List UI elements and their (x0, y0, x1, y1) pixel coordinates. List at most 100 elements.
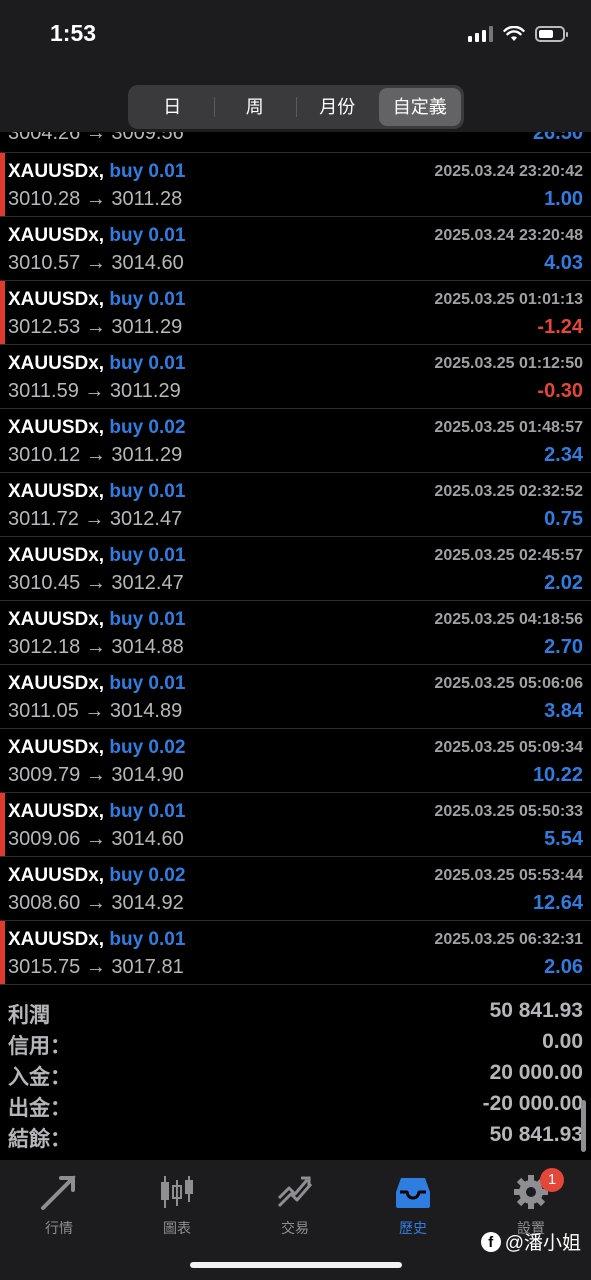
trade-action: buy 0.01 (109, 289, 186, 310)
account-summary: 利潤 50 841.93 信用： 0.00 入金： 20 000.00 出金： … (0, 996, 591, 1156)
trade-prices: 3004.26 → 3009.56 (8, 132, 184, 144)
trade-prices: 3012.18 → 3014.88 (8, 636, 184, 658)
tab-chart[interactable]: 圖表 (118, 1170, 236, 1238)
trade-row[interactable]: XAUUSDx, buy 0.01 2025.03.25 01:01:13 30… (0, 281, 591, 345)
trade-row[interactable]: XAUUSDx, buy 0.01 2025.03.25 02:32:52 30… (0, 473, 591, 537)
trade-symbol: XAUUSDx, buy 0.01 (8, 353, 185, 375)
trade-prices: 3010.28 → 3011.28 (8, 188, 183, 210)
trade-row[interactable]: XAUUSDx, buy 0.01 2025.03.25 04:18:56 30… (0, 601, 591, 665)
symbol-text: XAUUSDx, (8, 225, 105, 246)
summary-label: 結餘： (8, 1128, 71, 1151)
trade-row[interactable]: XAUUSDx, buy 0.02 2025.03.25 01:48:57 30… (0, 409, 591, 473)
history-icon (396, 1178, 430, 1208)
trade-symbol: XAUUSDx, buy 0.01 (8, 161, 185, 183)
chart-icon (161, 1176, 193, 1208)
trade-prices: 3011.59 → 3011.29 (8, 380, 181, 402)
symbol-text: XAUUSDx, (8, 673, 105, 694)
symbol-text: XAUUSDx, (8, 865, 105, 886)
trade-row[interactable]: XAUUSDx, buy 0.01 2025.03.24 23:20:42 30… (0, 153, 591, 217)
trade-profit: 10.22 (532, 764, 583, 786)
trade-date: 2025.03.25 02:45:57 (434, 547, 583, 564)
tab-month[interactable]: 月份 (296, 88, 379, 126)
trade-row[interactable]: XAUUSDx, buy 0.01 2025.03.25 05:50:33 30… (0, 793, 591, 857)
tab-history[interactable]: 歷史 (354, 1170, 472, 1238)
trade-date: 2025.03.25 01:12:50 (434, 355, 583, 372)
trade-symbol: XAUUSDx, buy 0.01 (8, 545, 185, 567)
trade-symbol: XAUUSDx, buy 0.01 (8, 225, 185, 247)
trade-profit: 5.54 (544, 828, 583, 850)
trade-prices: 3010.45 → 3012.47 (8, 572, 184, 594)
status-time: 1:53 (50, 20, 97, 46)
header: 日 周 月份 自定義 (0, 80, 591, 132)
tab-trade[interactable]: 交易 (236, 1170, 354, 1238)
trade-action: buy 0.01 (109, 545, 186, 566)
tab-label: 歷史 (399, 1220, 427, 1236)
battery-icon (535, 26, 568, 42)
summary-deposit: 入金： 20 000.00 (0, 1058, 591, 1089)
tab-custom[interactable]: 自定義 (378, 88, 461, 126)
trade-row[interactable]: XAUUSDx, buy 0.01 2025.03.24 23:20:48 30… (0, 217, 591, 281)
trade-row[interactable]: XAUUSDx, buy 0.02 2025.03.25 05:09:34 30… (0, 729, 591, 793)
trade-row[interactable]: XAUUSDx, buy 0.01 2025.03.25 01:12:50 30… (0, 345, 591, 409)
watermark: f @潘小姐 (480, 1228, 581, 1255)
home-indicator[interactable] (190, 1262, 402, 1268)
trade-symbol: XAUUSDx, buy 0.01 (8, 673, 185, 695)
trade-profit: 2.70 (544, 636, 583, 658)
summary-value: -20 000.00 (482, 1092, 583, 1115)
trade-prices: 3011.05 → 3014.89 (8, 700, 183, 722)
trade-row[interactable]: 3004.26 → 3009.56 26.50 (0, 132, 591, 153)
status-bar: 1:53 (0, 0, 591, 80)
trade-profit: 4.03 (544, 252, 583, 274)
trade-prices: 3010.12 → 3011.29 (8, 444, 183, 466)
trade-action: buy 0.01 (109, 353, 186, 374)
trade-action: buy 0.02 (109, 865, 186, 886)
tab-label: 圖表 (163, 1220, 191, 1236)
summary-value: 50 841.93 (489, 1123, 583, 1146)
trade-profit: -1.24 (537, 316, 583, 338)
symbol-text: XAUUSDx, (8, 161, 105, 182)
summary-balance: 結餘： 50 841.93 (0, 1120, 591, 1151)
trade-icon (277, 1176, 313, 1208)
trade-profit: 3.84 (544, 700, 583, 722)
symbol-text: XAUUSDx, (8, 609, 105, 630)
trade-date: 2025.03.25 05:09:34 (434, 739, 583, 756)
trade-profit: 2.34 (544, 444, 583, 466)
trade-row[interactable]: XAUUSDx, buy 0.02 2025.03.25 05:53:44 30… (0, 857, 591, 921)
trade-prices: 3015.75 → 3017.81 (8, 956, 184, 978)
trade-date: 2025.03.24 23:20:48 (434, 227, 583, 244)
trade-row[interactable]: XAUUSDx, buy 0.01 2025.03.25 02:45:57 30… (0, 537, 591, 601)
summary-profit: 利潤 50 841.93 (0, 996, 591, 1027)
trade-date: 2025.03.25 01:48:57 (434, 419, 583, 436)
trade-profit: 2.06 (544, 956, 583, 978)
trade-history-list[interactable]: 3004.26 → 3009.56 26.50 XAUUSDx, buy 0.0… (0, 132, 591, 990)
trade-action: buy 0.01 (109, 481, 186, 502)
trade-prices: 3009.79 → 3014.90 (8, 764, 184, 786)
summary-value: 50 841.93 (489, 999, 583, 1022)
tab-week[interactable]: 周 (213, 88, 297, 126)
trade-symbol: XAUUSDx, buy 0.01 (8, 481, 185, 503)
trade-prices: 3009.06 → 3014.60 (8, 828, 184, 850)
trade-profit: 2.02 (544, 572, 583, 594)
trade-action: buy 0.02 (109, 737, 186, 758)
tab-quotes[interactable]: 行情 (0, 1170, 118, 1238)
trade-row[interactable]: XAUUSDx, buy 0.01 2025.03.25 05:06:06 30… (0, 665, 591, 729)
trade-action: buy 0.01 (109, 609, 186, 630)
tab-label: 交易 (281, 1220, 309, 1236)
trade-symbol: XAUUSDx, buy 0.01 (8, 289, 185, 311)
trade-date: 2025.03.25 05:53:44 (434, 867, 583, 884)
summary-withdrawal: 出金： -20 000.00 (0, 1089, 591, 1120)
trade-action: buy 0.02 (109, 417, 186, 438)
summary-value: 0.00 (542, 1030, 583, 1053)
trade-symbol: XAUUSDx, buy 0.01 (8, 929, 185, 951)
notification-badge: 1 (540, 1168, 564, 1192)
symbol-text: XAUUSDx, (8, 289, 105, 310)
trade-date: 2025.03.25 04:18:56 (434, 611, 583, 628)
trade-row[interactable]: XAUUSDx, buy 0.01 2025.03.25 06:32:31 30… (0, 921, 591, 985)
trade-symbol: XAUUSDx, buy 0.02 (8, 417, 185, 439)
trade-prices: 3012.53 → 3011.29 (8, 316, 183, 338)
trade-symbol: XAUUSDx, buy 0.01 (8, 801, 185, 823)
summary-value: 20 000.00 (489, 1061, 583, 1084)
tab-day[interactable]: 日 (131, 88, 214, 126)
trade-action: buy 0.01 (109, 161, 186, 182)
scrollbar[interactable] (581, 1100, 586, 1152)
